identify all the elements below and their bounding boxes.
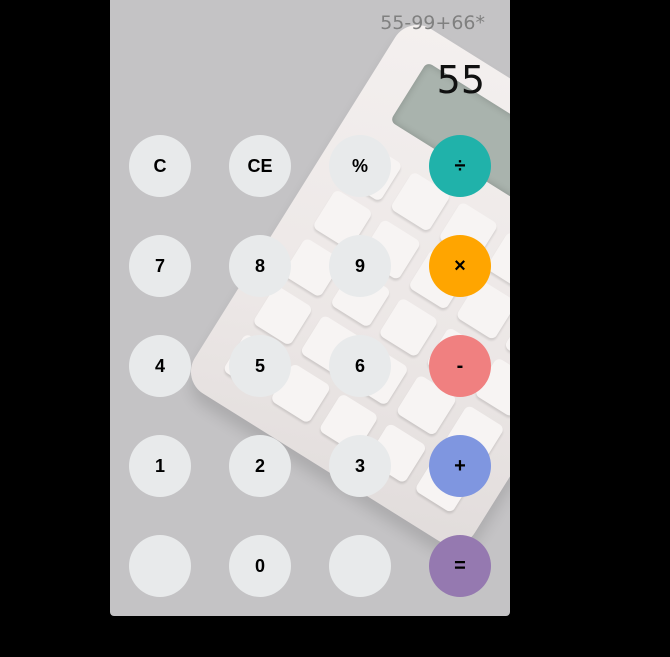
digit-3-button[interactable]: 3 — [329, 435, 391, 497]
digit-0-button[interactable]: 0 — [229, 535, 291, 597]
digit-1-button[interactable]: 1 — [129, 435, 191, 497]
add-button[interactable]: + — [429, 435, 491, 497]
clear-entry-button[interactable]: CE — [229, 135, 291, 197]
digit-4-button[interactable]: 4 — [129, 335, 191, 397]
divide-button[interactable]: ÷ — [429, 135, 491, 197]
digit-5-button[interactable]: 5 — [229, 335, 291, 397]
digit-8-button[interactable]: 8 — [229, 235, 291, 297]
digit-6-button[interactable]: 6 — [329, 335, 391, 397]
blank-right-button[interactable] — [329, 535, 391, 597]
digit-2-button[interactable]: 2 — [229, 435, 291, 497]
calculator-app: 55-99+66* 55 C CE % ÷ 7 8 9 × 4 5 6 - 1 … — [110, 0, 510, 616]
digit-7-button[interactable]: 7 — [129, 235, 191, 297]
keypad: C CE % ÷ 7 8 9 × 4 5 6 - 1 2 3 + 0 = — [110, 0, 510, 616]
digit-9-button[interactable]: 9 — [329, 235, 391, 297]
clear-button[interactable]: C — [129, 135, 191, 197]
equals-button[interactable]: = — [429, 535, 491, 597]
percent-button[interactable]: % — [329, 135, 391, 197]
blank-left-button[interactable] — [129, 535, 191, 597]
multiply-button[interactable]: × — [429, 235, 491, 297]
subtract-button[interactable]: - — [429, 335, 491, 397]
